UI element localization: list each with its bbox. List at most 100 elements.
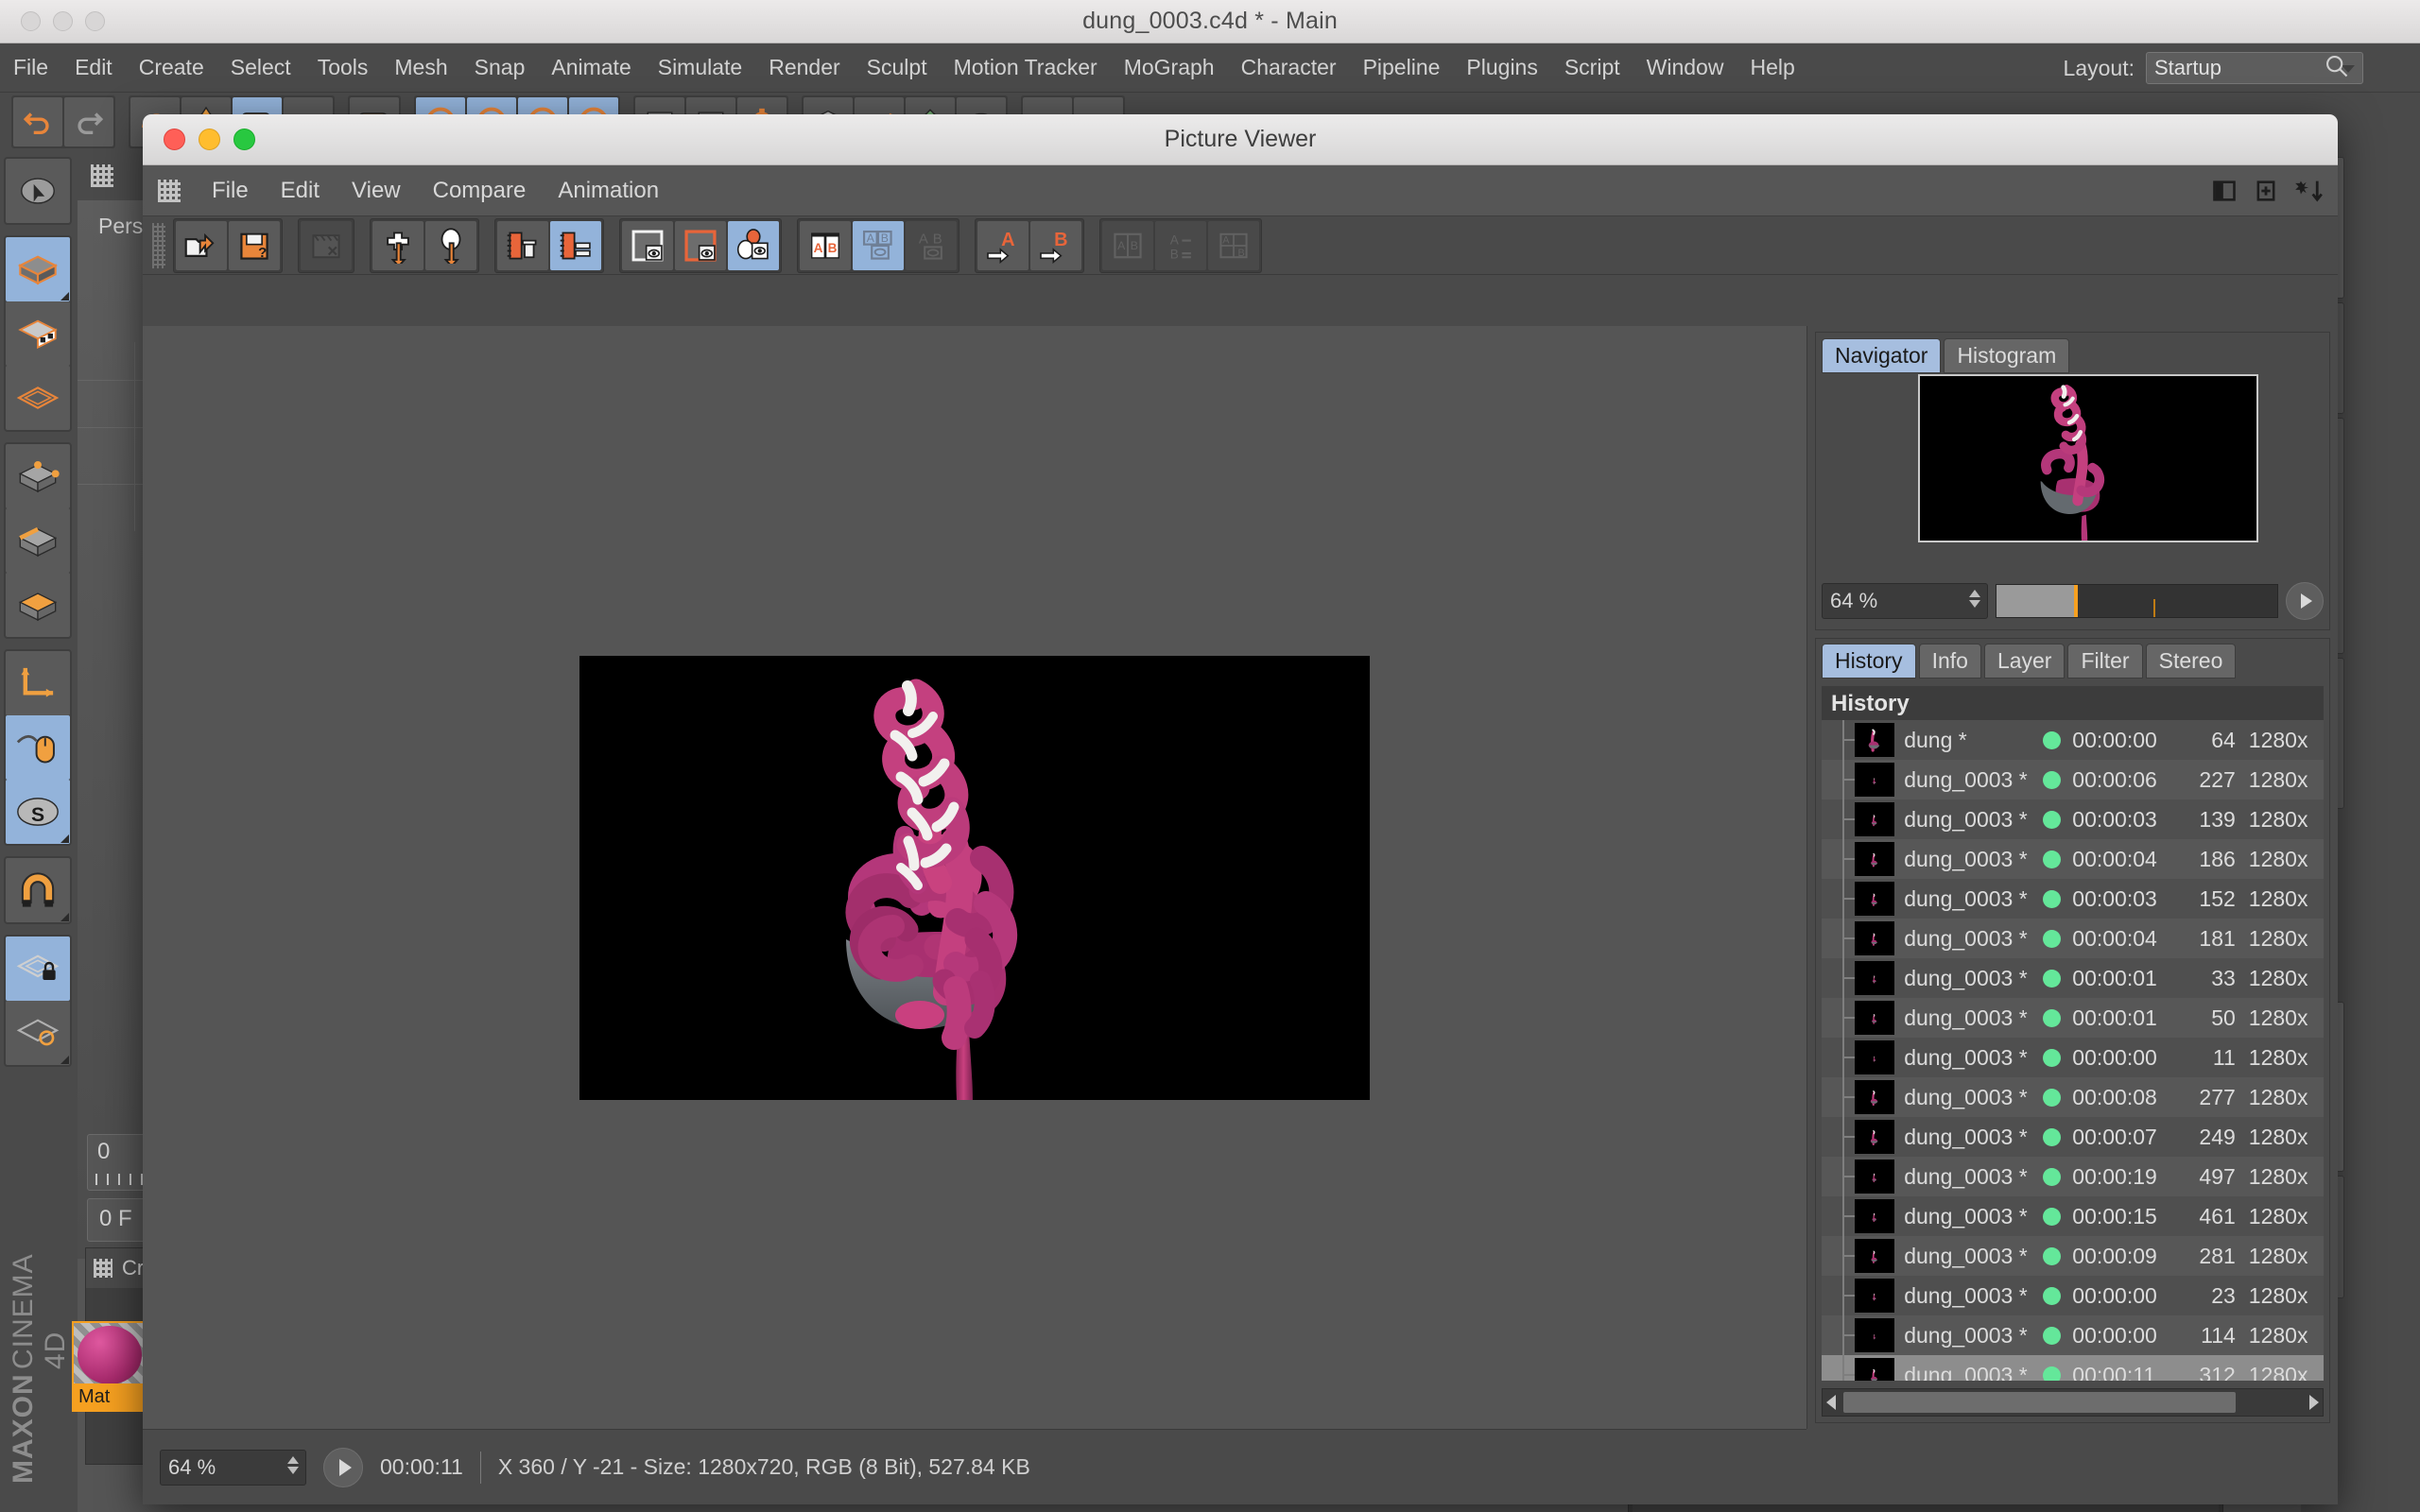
- navigator-panel[interactable]: Navigator Histogram 64 %: [1815, 332, 2330, 630]
- c4d-menu-item-sculpt[interactable]: Sculpt: [854, 55, 941, 80]
- tool-group-mode[interactable]: [4, 235, 72, 432]
- send-to-viewport-icon[interactable]: [372, 220, 424, 270]
- navigator-zoom-slider[interactable]: [1996, 584, 2278, 618]
- history-row[interactable]: dung_0003 * 00:00:07 249 1280x: [1822, 1117, 2324, 1157]
- redo-icon[interactable]: [64, 97, 113, 146]
- pv-menu-animation[interactable]: Animation: [542, 178, 675, 204]
- history-row[interactable]: dung_0003 * 00:00:03 152 1280x: [1822, 879, 2324, 919]
- navigator-zoom-stepper-icon[interactable]: [1969, 590, 1980, 608]
- assign-b-icon[interactable]: B: [1030, 220, 1081, 270]
- history-row-thumbnail[interactable]: [1855, 882, 1895, 916]
- workplane-lock-icon[interactable]: [6, 936, 70, 1001]
- assign-a-icon[interactable]: A: [977, 220, 1028, 270]
- material-manager-grip-icon[interactable]: [94, 1259, 112, 1278]
- history-row[interactable]: dung_0003 * 00:00:04 186 1280x: [1822, 839, 2324, 879]
- undo-icon[interactable]: [13, 97, 62, 146]
- viewport-grip-icon[interactable]: [91, 164, 113, 187]
- pv-toolbar-group-view-modes[interactable]: [619, 217, 782, 273]
- pv-menubar-controls[interactable]: [2211, 165, 2323, 216]
- zoom-level-input[interactable]: 64 %: [160, 1449, 306, 1486]
- history-row-thumbnail[interactable]: [1855, 1040, 1895, 1074]
- c4d-menu-item-render[interactable]: Render: [755, 55, 853, 80]
- c4d-menu-item-snap[interactable]: Snap: [461, 55, 539, 80]
- history-row[interactable]: dung_0003 * 00:00:11 312 1280x: [1822, 1355, 2324, 1381]
- c4d-menu-item-create[interactable]: Create: [126, 55, 217, 80]
- picture-viewer-canvas[interactable]: [143, 326, 1806, 1429]
- single-view-icon[interactable]: [622, 220, 673, 270]
- c4d-menu-item-window[interactable]: Window: [1634, 55, 1737, 80]
- history-row-thumbnail[interactable]: [1855, 802, 1895, 836]
- toolbar-grip-icon[interactable]: [152, 222, 165, 268]
- picture-viewer-window[interactable]: Picture Viewer File Edit View Compare An…: [143, 114, 2338, 1504]
- pv-menu-file[interactable]: File: [196, 178, 265, 204]
- c4d-menu-item-plugins[interactable]: Plugins: [1453, 55, 1550, 80]
- pv-toolbar-group-compare[interactable]: A B A B A B: [797, 217, 959, 273]
- scroll-right-icon[interactable]: [2309, 1395, 2319, 1410]
- pv-menu-grip-icon[interactable]: [158, 179, 181, 202]
- ab-split-icon[interactable]: A B: [800, 220, 851, 270]
- history-row-thumbnail[interactable]: [1855, 1199, 1895, 1233]
- pv-toolbar-group-send[interactable]: [370, 217, 479, 273]
- workplane-icon[interactable]: [6, 1001, 70, 1065]
- c4d-menu-item-mograph[interactable]: MoGraph: [1111, 55, 1228, 80]
- history-row[interactable]: dung_0003 * 00:00:04 181 1280x: [1822, 919, 2324, 958]
- pv-menu-edit[interactable]: Edit: [265, 178, 336, 204]
- c4d-menu-item-tools[interactable]: Tools: [304, 55, 382, 80]
- c4d-menu-item-pipeline[interactable]: Pipeline: [1350, 55, 1454, 80]
- picture-viewer-right-column[interactable]: Navigator Histogram 64 % History Info La…: [1806, 326, 2338, 1429]
- split-panel-icon[interactable]: [2211, 178, 2238, 204]
- play-animation-button[interactable]: [323, 1447, 363, 1487]
- navigator-zoom-row[interactable]: 64 %: [1822, 579, 2324, 623]
- history-row-thumbnail[interactable]: [1855, 1318, 1895, 1352]
- history-row-thumbnail[interactable]: [1855, 723, 1895, 757]
- ab-quad-icon[interactable]: A B: [1208, 220, 1259, 270]
- polygon-face-mode-icon[interactable]: [6, 573, 70, 637]
- c4d-menu-item-select[interactable]: Select: [217, 55, 304, 80]
- edge-mode-icon[interactable]: [6, 508, 70, 573]
- save-image-icon[interactable]: ?: [229, 220, 280, 270]
- tool-group-components[interactable]: [4, 442, 72, 639]
- magnet-icon[interactable]: [6, 858, 70, 922]
- move-panel-icon[interactable]: [2294, 178, 2323, 204]
- send-to-layer-icon[interactable]: [425, 220, 476, 270]
- history-row[interactable]: dung_0003 * 00:00:09 281 1280x: [1822, 1236, 2324, 1276]
- tab-filter[interactable]: Filter: [2067, 644, 2143, 679]
- history-row-thumbnail[interactable]: [1855, 763, 1895, 797]
- enable-snap-mouse-icon[interactable]: [6, 715, 70, 780]
- pv-toolbar-group-ram[interactable]: [494, 217, 604, 273]
- picture-viewer-toolbar[interactable]: ? A B A B A B A B A B A B A B: [143, 216, 2338, 275]
- tab-layer[interactable]: Layer: [1983, 644, 2066, 679]
- pv-toolbar-group-assign[interactable]: A B: [975, 217, 1084, 273]
- history-row-thumbnail[interactable]: [1855, 921, 1895, 955]
- texture-mode-icon[interactable]: [6, 301, 70, 366]
- ab-compare-icon[interactable]: A B: [853, 220, 904, 270]
- pv-menu-view[interactable]: View: [336, 178, 417, 204]
- tool-group-selection[interactable]: [4, 157, 72, 225]
- history-row-thumbnail[interactable]: [1855, 1001, 1895, 1035]
- history-row-list[interactable]: dung * 00:00:00 64 1280x dung_0003 * 00:00:06…: [1822, 720, 2324, 1381]
- clear-ram-icon[interactable]: [497, 220, 548, 270]
- tab-navigator[interactable]: Navigator: [1822, 338, 1942, 373]
- snap-settings-icon[interactable]: S: [6, 780, 70, 844]
- history-row[interactable]: dung_0003 * 00:00:19 497 1280x: [1822, 1157, 2324, 1196]
- history-row[interactable]: dung_0003 * 00:00:03 139 1280x: [1822, 799, 2324, 839]
- history-row-thumbnail[interactable]: [1855, 842, 1895, 876]
- inspector-tabs[interactable]: History Info Layer Filter Stereo: [1816, 639, 2329, 679]
- zoom-stepper-icon[interactable]: [287, 1455, 299, 1474]
- tool-group-magnet[interactable]: [4, 856, 72, 924]
- history-row-thumbnail[interactable]: [1855, 1160, 1895, 1194]
- c4d-menu-item-help[interactable]: Help: [1737, 55, 1807, 80]
- scrollbar-thumb[interactable]: [1843, 1392, 2236, 1413]
- add-panel-icon[interactable]: [2253, 178, 2279, 204]
- navigator-play-button[interactable]: [2286, 582, 2324, 620]
- c4d-menu-item-edit[interactable]: Edit: [61, 55, 126, 80]
- c4d-menu-item-script[interactable]: Script: [1551, 55, 1634, 80]
- history-row[interactable]: dung_0003 * 00:00:06 227 1280x: [1822, 760, 2324, 799]
- c4d-menu-item-mesh[interactable]: Mesh: [381, 55, 460, 80]
- history-horizontal-scrollbar[interactable]: [1822, 1388, 2324, 1417]
- history-row[interactable]: dung_0003 * 00:00:00 114 1280x: [1822, 1315, 2324, 1355]
- render-region-icon[interactable]: [675, 220, 726, 270]
- tab-histogram[interactable]: Histogram: [1944, 338, 2070, 373]
- history-row-thumbnail[interactable]: [1855, 1279, 1895, 1313]
- ab-stacked-icon[interactable]: A B: [1155, 220, 1206, 270]
